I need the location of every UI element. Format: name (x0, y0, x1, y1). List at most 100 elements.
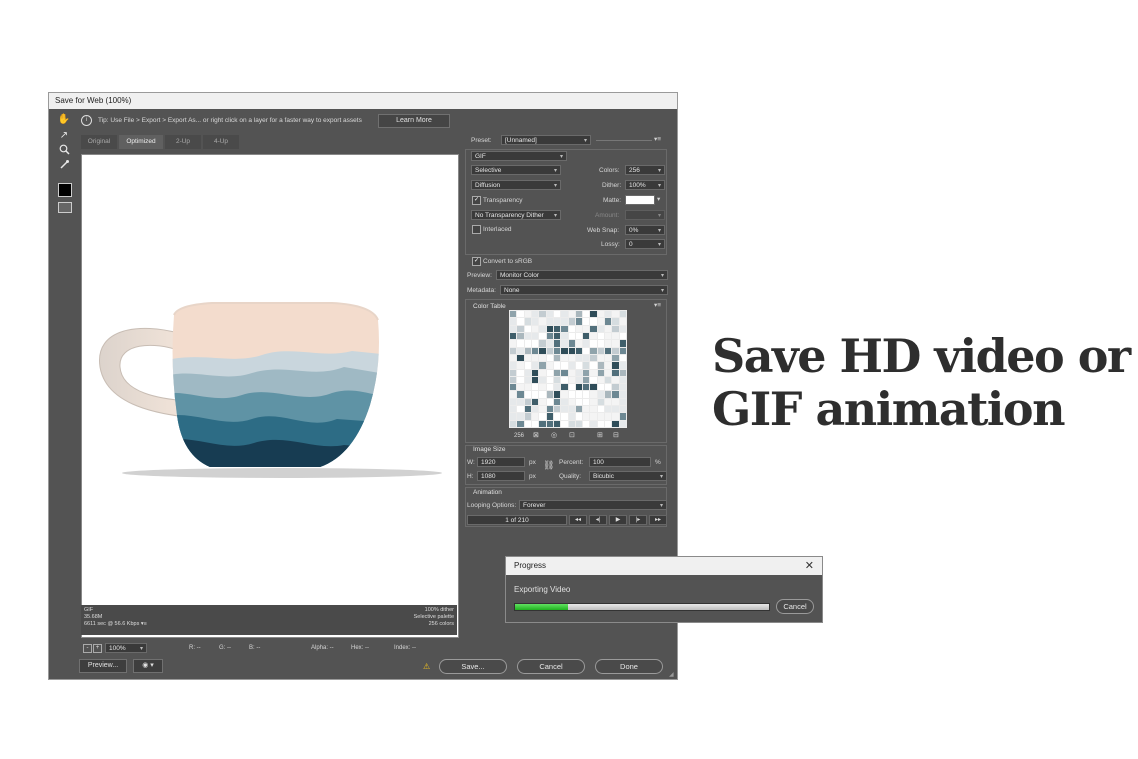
color-swatch[interactable] (583, 391, 590, 398)
color-swatch[interactable] (575, 325, 583, 332)
color-swatch[interactable] (546, 325, 553, 332)
color-swatch[interactable] (583, 347, 590, 354)
color-swatch[interactable] (590, 420, 597, 427)
color-swatch[interactable] (539, 376, 546, 384)
map-to-transparent-icon[interactable]: ⊠ (533, 431, 539, 439)
color-swatch[interactable] (517, 384, 524, 391)
color-swatch[interactable] (510, 347, 517, 354)
interlaced-checkbox[interactable] (472, 225, 481, 234)
color-swatch[interactable] (575, 384, 583, 391)
color-swatch[interactable] (612, 325, 619, 332)
color-swatch[interactable] (590, 413, 597, 420)
color-swatch[interactable] (531, 406, 539, 413)
zoom-tool-icon[interactable] (56, 144, 72, 158)
color-swatch[interactable] (597, 318, 605, 325)
convert-srgb-checkbox[interactable]: ✓ (472, 257, 481, 266)
color-swatch[interactable] (524, 406, 531, 413)
new-color-icon[interactable]: ⊞ (597, 431, 603, 439)
color-swatch[interactable] (517, 398, 524, 406)
color-swatch[interactable] (619, 406, 626, 413)
color-swatch[interactable] (583, 398, 590, 406)
color-swatch[interactable] (575, 398, 583, 406)
color-swatch[interactable] (575, 318, 583, 325)
color-swatch[interactable] (510, 384, 517, 391)
color-swatch[interactable] (590, 362, 597, 369)
color-swatch[interactable] (510, 318, 517, 325)
tab-4-up[interactable]: 4-Up (203, 135, 239, 149)
browser-preview-button[interactable]: ◉ ▾ (133, 659, 163, 673)
color-swatch[interactable] (517, 376, 524, 384)
color-swatch[interactable] (590, 318, 597, 325)
color-swatch[interactable] (561, 318, 568, 325)
color-swatch[interactable] (568, 406, 575, 413)
color-swatch[interactable] (561, 413, 568, 420)
preview-select[interactable]: Monitor Color ▾ (496, 270, 668, 280)
color-swatch[interactable] (583, 354, 590, 362)
color-swatch[interactable] (583, 318, 590, 325)
color-swatch[interactable] (524, 325, 531, 332)
color-swatch[interactable] (568, 413, 575, 420)
web-shift-icon[interactable]: ◎ (551, 431, 557, 439)
color-swatch[interactable] (510, 420, 517, 427)
color-swatch[interactable] (546, 406, 553, 413)
color-swatch[interactable] (524, 420, 531, 427)
color-swatch[interactable] (583, 332, 590, 340)
color-swatch[interactable] (590, 354, 597, 362)
color-swatch[interactable] (546, 311, 553, 318)
color-swatch[interactable] (605, 398, 612, 406)
color-swatch[interactable] (531, 318, 539, 325)
color-swatch[interactable] (517, 347, 524, 354)
color-swatch[interactable] (531, 413, 539, 420)
color-swatch[interactable] (619, 369, 626, 376)
colors-select[interactable]: 256 ▾ (625, 165, 665, 175)
color-swatch[interactable] (546, 362, 553, 369)
color-swatch[interactable] (561, 340, 568, 347)
color-swatch[interactable] (524, 362, 531, 369)
color-swatch[interactable] (524, 398, 531, 406)
color-swatch[interactable] (524, 391, 531, 398)
looping-select[interactable]: Forever ▾ (519, 500, 667, 510)
zoom-out-button[interactable]: - (83, 644, 92, 653)
close-icon[interactable]: ✕ (805, 559, 814, 572)
color-swatch[interactable] (553, 325, 561, 332)
color-swatch[interactable] (524, 376, 531, 384)
preset-select[interactable]: [Unnamed] ▾ (501, 135, 591, 145)
color-swatch[interactable] (612, 376, 619, 384)
download-menu-icon[interactable]: ▾≡ (141, 621, 147, 627)
color-swatch[interactable] (546, 376, 553, 384)
color-swatch[interactable] (539, 362, 546, 369)
color-swatch[interactable] (539, 384, 546, 391)
color-swatch[interactable] (583, 384, 590, 391)
color-swatch[interactable] (590, 340, 597, 347)
zoom-in-button[interactable]: + (93, 644, 102, 653)
matte-chevron-icon[interactable]: ▾ (657, 195, 660, 203)
color-swatch[interactable] (568, 376, 575, 384)
color-swatch[interactable] (575, 369, 583, 376)
color-swatch[interactable] (612, 362, 619, 369)
color-swatch[interactable] (583, 420, 590, 427)
height-field[interactable]: 1080 (477, 471, 525, 481)
color-swatch[interactable] (553, 318, 561, 325)
color-swatch[interactable] (575, 362, 583, 369)
color-swatch[interactable] (561, 347, 568, 354)
color-swatch[interactable] (531, 362, 539, 369)
color-swatch[interactable] (561, 391, 568, 398)
next-frame-button[interactable]: |▸ (629, 515, 647, 525)
color-swatch[interactable] (568, 369, 575, 376)
color-swatch[interactable] (553, 413, 561, 420)
color-swatch[interactable] (524, 311, 531, 318)
color-swatch[interactable] (553, 376, 561, 384)
hand-tool-icon[interactable]: ✋ (56, 113, 72, 127)
color-swatch[interactable] (605, 413, 612, 420)
color-swatch[interactable] (568, 340, 575, 347)
preset-menu-icon[interactable]: ▾≡ (654, 135, 661, 143)
color-swatch[interactable] (539, 318, 546, 325)
color-swatch[interactable] (546, 347, 553, 354)
web-snap-select[interactable]: 0% ▾ (625, 225, 665, 235)
color-swatch[interactable] (605, 318, 612, 325)
color-swatch[interactable] (597, 398, 605, 406)
color-swatch[interactable] (605, 376, 612, 384)
color-swatch[interactable] (539, 413, 546, 420)
color-swatch[interactable] (539, 311, 546, 318)
color-swatch[interactable] (561, 325, 568, 332)
